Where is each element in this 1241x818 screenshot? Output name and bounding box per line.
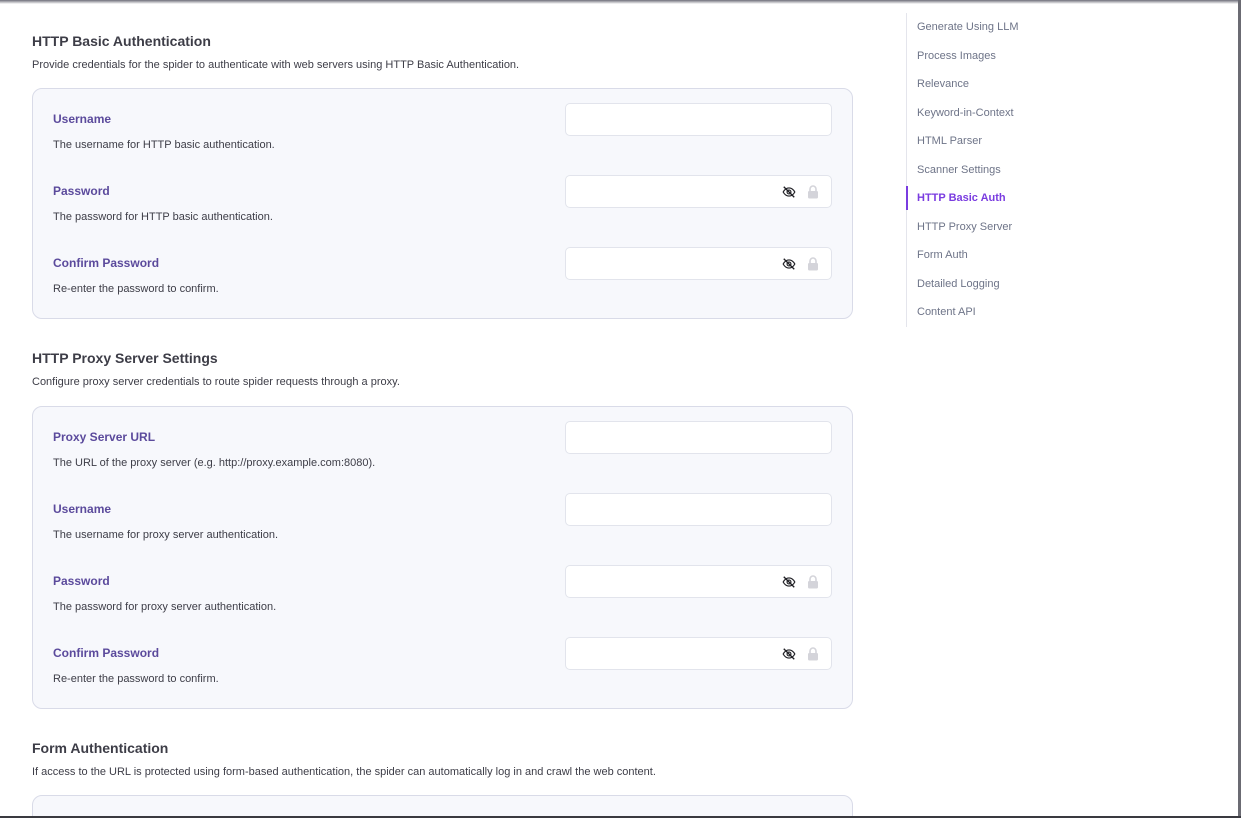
field-proxy-password: Password The password for proxy server a… — [53, 565, 833, 623]
field-label: Proxy Server URL — [53, 430, 156, 444]
field-help: The username for proxy server authentica… — [53, 529, 279, 541]
http-proxy-server-card: Proxy Server URL The URL of the proxy se… — [32, 406, 853, 709]
lock-icon — [808, 257, 818, 271]
field-label: Password — [53, 574, 110, 588]
section-title: Form Authentication — [32, 740, 169, 756]
settings-toc: Generate Using LLM Process Images Releva… — [906, 13, 1106, 327]
field-basic-password: Password The password for HTTP basic aut… — [53, 175, 833, 233]
field-proxy-username: Username The username for proxy server a… — [53, 493, 833, 551]
field-help: Re-enter the password to confirm. — [53, 673, 219, 685]
toc-item-scanner-settings[interactable]: Scanner Settings — [907, 158, 1106, 182]
toc-item-html-parser[interactable]: HTML Parser — [907, 129, 1106, 153]
field-proxy-url: Proxy Server URL The URL of the proxy se… — [53, 421, 833, 479]
field-help: Re-enter the password to confirm. — [53, 283, 219, 295]
http-basic-auth-card: Username The username for HTTP basic aut… — [32, 88, 853, 319]
field-label: Password — [53, 184, 110, 198]
toc-item-process-images[interactable]: Process Images — [907, 44, 1106, 68]
settings-main: HTTP Basic Authentication Provide creden… — [32, 0, 853, 818]
field-label: Username — [53, 112, 112, 126]
lock-icon — [808, 185, 818, 199]
lock-icon — [808, 647, 818, 661]
eye-off-icon[interactable] — [781, 257, 797, 271]
field-help: The password for HTTP basic authenticati… — [53, 211, 273, 223]
toc-item-http-basic-auth[interactable]: HTTP Basic Auth — [906, 186, 1105, 210]
field-proxy-confirm-password: Confirm Password Re-enter the password t… — [53, 637, 833, 695]
toc-item-generate-using-llm[interactable]: Generate Using LLM — [907, 15, 1106, 39]
section-description: Provide credentials for the spider to au… — [32, 59, 520, 71]
section-description: Configure proxy server credentials to ro… — [32, 376, 400, 388]
form-auth-card — [32, 795, 853, 818]
section-title: HTTP Proxy Server Settings — [32, 350, 218, 366]
field-help: The URL of the proxy server (e.g. http:/… — [53, 457, 376, 469]
proxy-url-input[interactable] — [565, 421, 832, 454]
field-label: Username — [53, 502, 112, 516]
proxy-confirm-password-input[interactable] — [565, 637, 832, 670]
field-label: Confirm Password — [53, 256, 160, 270]
toc-item-detailed-logging[interactable]: Detailed Logging — [907, 272, 1106, 296]
eye-off-icon[interactable] — [781, 575, 797, 589]
field-help: The password for proxy server authentica… — [53, 601, 277, 613]
toc-item-relevance[interactable]: Relevance — [907, 72, 1106, 96]
basic-confirm-password-input[interactable] — [565, 247, 832, 280]
proxy-password-input[interactable] — [565, 565, 832, 598]
basic-username-input[interactable] — [565, 103, 832, 136]
basic-password-input[interactable] — [565, 175, 832, 208]
field-label: Confirm Password — [53, 646, 160, 660]
section-http-basic-auth: HTTP Basic Authentication Provide creden… — [32, 32, 853, 72]
section-title: HTTP Basic Authentication — [32, 33, 211, 49]
section-form-auth: Form Authentication If access to the URL… — [32, 739, 853, 779]
toc-item-content-api[interactable]: Content API — [907, 300, 1106, 324]
toc-item-http-proxy-server[interactable]: HTTP Proxy Server — [907, 215, 1106, 239]
section-http-proxy-server: HTTP Proxy Server Settings Configure pro… — [32, 349, 853, 389]
field-basic-username: Username The username for HTTP basic aut… — [53, 103, 833, 161]
lock-icon — [808, 575, 818, 589]
eye-off-icon[interactable] — [781, 647, 797, 661]
eye-off-icon[interactable] — [781, 185, 797, 199]
toc-item-form-auth[interactable]: Form Auth — [907, 243, 1106, 267]
proxy-username-input[interactable] — [565, 493, 832, 526]
field-help: The username for HTTP basic authenticati… — [53, 139, 275, 151]
section-description: If access to the URL is protected using … — [32, 766, 656, 778]
field-basic-confirm-password: Confirm Password Re-enter the password t… — [53, 247, 833, 305]
toc-item-keyword-in-context[interactable]: Keyword-in-Context — [907, 101, 1106, 125]
